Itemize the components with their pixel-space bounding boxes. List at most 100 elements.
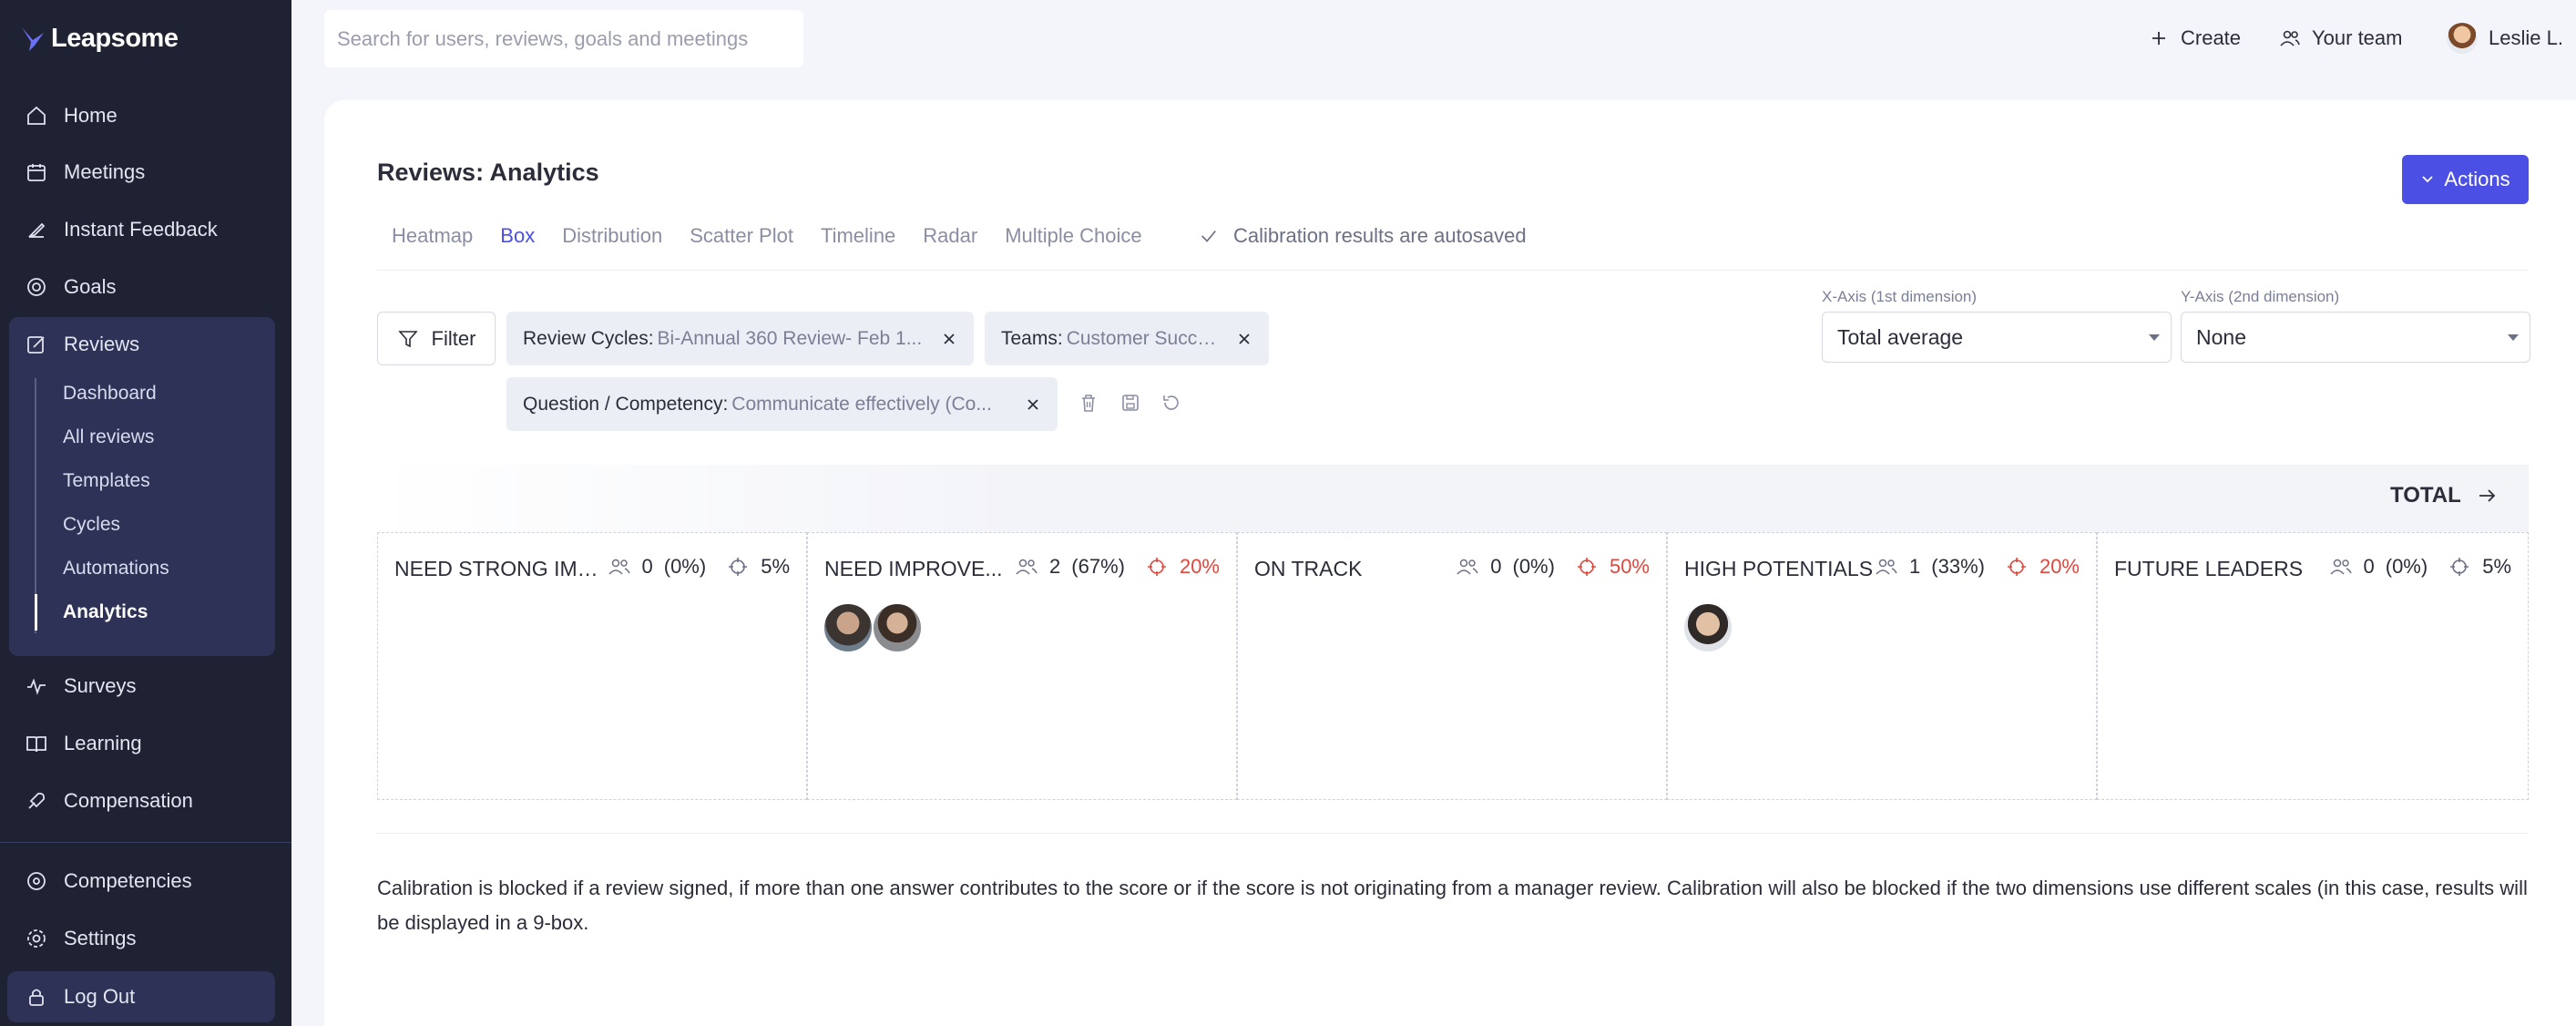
- target-icon: [729, 558, 748, 576]
- global-search-input[interactable]: [324, 10, 803, 67]
- team-icon: [608, 559, 630, 575]
- sidebar-item-reviews[interactable]: Reviews: [16, 319, 275, 370]
- box-title: NEED IMPROVE...: [824, 557, 1003, 580]
- box-title: NEED STRONG IMP...: [394, 557, 602, 580]
- box-high-potentials[interactable]: HIGH POTENTIALS 1 (33%) 20%: [1667, 532, 2097, 800]
- surveys-icon: [27, 678, 46, 695]
- team-icon: [1876, 559, 1897, 575]
- chevron-down-icon: [2422, 176, 2434, 183]
- box-stats: 0 (0%) 50%: [1456, 555, 1650, 579]
- user-avatar: [2447, 23, 2478, 54]
- box-pct: (0%): [663, 555, 707, 578]
- chip-key: Teams:: [1001, 327, 1063, 349]
- sidebar-item-compensation[interactable]: Compensation: [16, 775, 275, 826]
- sidebar-item-logout[interactable]: Log Out: [16, 971, 275, 1022]
- reviews-icon: [27, 336, 45, 354]
- create-button[interactable]: Create: [2148, 20, 2241, 56]
- sidebar-subitem-all-reviews[interactable]: All reviews: [35, 419, 253, 456]
- leapsome-logo[interactable]: Leapsome: [20, 24, 179, 54]
- app-name: Leapsome: [51, 24, 179, 53]
- lock-icon: [29, 989, 44, 1006]
- save-icon[interactable]: [1119, 392, 1141, 414]
- sidebar-subitem-dashboard[interactable]: Dashboard: [35, 375, 253, 412]
- box-pct: (67%): [1071, 555, 1125, 578]
- tab-distribution[interactable]: Distribution: [562, 224, 662, 248]
- compensation-icon: [28, 792, 46, 809]
- total-bar: [377, 465, 2529, 532]
- close-icon[interactable]: [1025, 396, 1041, 413]
- box-stats: 0 (0%) 5%: [2329, 555, 2511, 579]
- filter-button[interactable]: Filter: [377, 312, 496, 365]
- feedback-icon: [28, 222, 46, 238]
- box-stats: 2 (67%) 20%: [1015, 555, 1220, 579]
- target-icon: [1147, 558, 1166, 576]
- box-need-improvement[interactable]: NEED IMPROVE... 2 (67%) 20%: [807, 532, 1237, 800]
- x-axis-value: Total average: [1837, 324, 1964, 349]
- close-icon[interactable]: [1236, 331, 1252, 347]
- home-icon: [27, 106, 46, 125]
- sidebar-item-label: Log Out: [64, 985, 136, 1008]
- box-target: 50%: [1609, 555, 1650, 578]
- tab-scatter-plot[interactable]: Scatter Plot: [690, 224, 793, 248]
- arrow-right-icon: [2479, 489, 2496, 502]
- tab-multiple-choice[interactable]: Multiple Choice: [1005, 224, 1141, 248]
- sidebar-subitem-analytics[interactable]: Analytics: [35, 594, 253, 631]
- box-target: 5%: [2482, 555, 2511, 578]
- sidebar-subitem-cycles[interactable]: Cycles: [35, 507, 253, 543]
- close-icon[interactable]: [941, 331, 957, 347]
- target-icon: [2007, 558, 2026, 576]
- your-team-button[interactable]: Your team: [2279, 20, 2402, 56]
- sidebar: Leapsome Home Meetings Instant Feedback …: [0, 0, 291, 1026]
- actions-label: Actions: [2444, 168, 2510, 190]
- sidebar-item-label: Surveys: [64, 674, 137, 697]
- box-pct: (33%): [1931, 555, 1985, 578]
- user-menu[interactable]: Leslie L.: [2447, 20, 2563, 56]
- actions-button[interactable]: Actions: [2402, 155, 2529, 204]
- employee-avatar[interactable]: [872, 602, 923, 653]
- analytics-tabs: Heatmap Box Distribution Scatter Plot Ti…: [392, 224, 1142, 248]
- autosave-status: Calibration results are autosaved: [1199, 224, 1527, 248]
- tab-timeline[interactable]: Timeline: [821, 224, 895, 248]
- box-target: 20%: [2039, 555, 2080, 578]
- create-label: Create: [2181, 26, 2242, 49]
- box-need-strong-improvement[interactable]: NEED STRONG IMP... 0 (0%) 5%: [377, 532, 807, 800]
- chip-value: Communicate effectively (Co...: [731, 393, 992, 415]
- sidebar-item-learning[interactable]: Learning: [16, 718, 275, 769]
- employee-avatar[interactable]: [1682, 602, 1733, 653]
- filter-chip-review-cycles[interactable]: Review Cycles: Bi-Annual 360 Review- Feb…: [506, 312, 974, 365]
- total-link[interactable]: TOTAL: [2390, 483, 2498, 508]
- reset-icon[interactable]: [1160, 392, 1182, 414]
- sidebar-item-home[interactable]: Home: [16, 90, 275, 141]
- employee-avatar[interactable]: [823, 602, 874, 653]
- sidebar-subitem-templates[interactable]: Templates: [35, 463, 253, 499]
- team-icon: [2280, 30, 2300, 46]
- sidebar-item-meetings[interactable]: Meetings: [16, 147, 275, 198]
- x-axis-select[interactable]: Total average: [1822, 312, 2172, 363]
- team-icon: [2329, 559, 2352, 575]
- sidebar-item-label: Goals: [64, 275, 117, 298]
- chip-key: Question / Competency:: [523, 393, 729, 415]
- tab-radar[interactable]: Radar: [923, 224, 977, 248]
- box-on-track[interactable]: ON TRACK 0 (0%) 50%: [1237, 532, 1667, 800]
- y-axis-value: None: [2196, 324, 2246, 349]
- sidebar-item-surveys[interactable]: Surveys: [16, 661, 275, 712]
- trash-icon[interactable]: [1078, 392, 1099, 414]
- tab-heatmap[interactable]: Heatmap: [392, 224, 473, 248]
- filter-label: Filter: [431, 326, 476, 350]
- sidebar-item-settings[interactable]: Settings: [16, 913, 275, 964]
- box-future-leaders[interactable]: FUTURE LEADERS 0 (0%) 5%: [2097, 532, 2529, 800]
- sidebar-item-goals[interactable]: Goals: [16, 262, 275, 313]
- y-axis-label: Y-Axis (2nd dimension): [2181, 288, 2340, 305]
- filter-chip-question-competency[interactable]: Question / Competency: Communicate effec…: [506, 377, 1058, 431]
- filter-chip-teams[interactable]: Teams: Customer Success: [985, 312, 1269, 365]
- box-title: FUTURE LEADERS: [2114, 557, 2304, 580]
- tab-box[interactable]: Box: [500, 224, 535, 248]
- sidebar-subitem-automations[interactable]: Automations: [35, 550, 253, 587]
- sidebar-item-label: Compensation: [64, 789, 193, 812]
- sidebar-item-label: Meetings: [64, 160, 146, 183]
- sidebar-item-instant-feedback[interactable]: Instant Feedback: [16, 204, 275, 255]
- sidebar-item-competencies[interactable]: Competencies: [16, 856, 275, 907]
- tabs-divider: [377, 270, 2529, 271]
- y-axis-select[interactable]: None: [2181, 312, 2530, 363]
- sidebar-item-label: Instant Feedback: [64, 218, 218, 241]
